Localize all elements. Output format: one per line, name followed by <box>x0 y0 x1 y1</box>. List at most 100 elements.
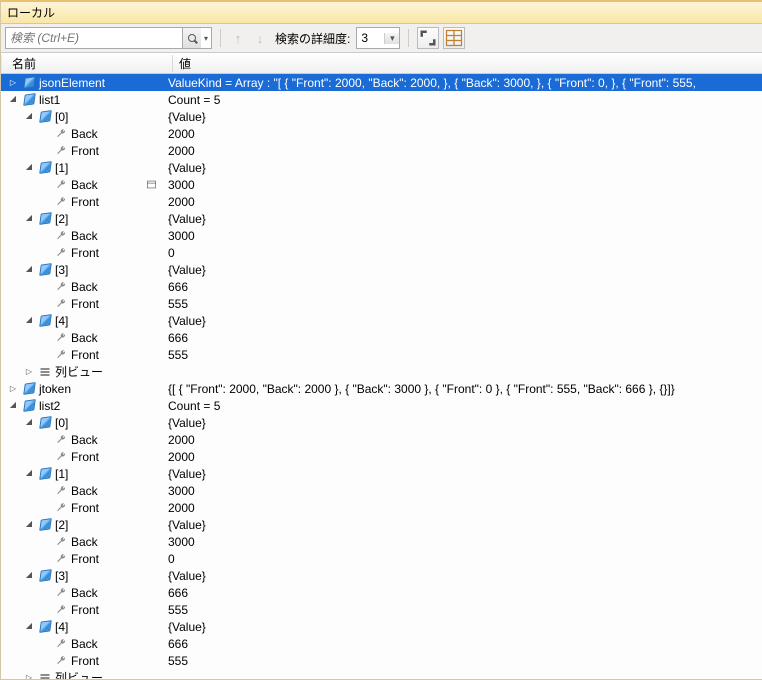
tree-row[interactable]: Front0 <box>1 244 762 261</box>
tree-row[interactable]: [0]{Value} <box>1 414 762 431</box>
tree-row[interactable]: Front555 <box>1 295 762 312</box>
value-cell[interactable]: 2000 <box>161 195 762 209</box>
tree-collapse-button[interactable] <box>417 27 439 49</box>
tree-row[interactable]: Front2000 <box>1 142 762 159</box>
collapse-icon[interactable] <box>23 621 35 633</box>
name-cell[interactable]: [1] <box>1 465 161 482</box>
name-cell[interactable]: Front <box>1 448 161 465</box>
tree-row[interactable]: list1Count = 5 <box>1 91 762 108</box>
header-value[interactable]: 値 <box>173 55 762 72</box>
collapse-icon[interactable] <box>7 400 19 412</box>
collapse-icon[interactable] <box>23 111 35 123</box>
name-cell[interactable]: [1] <box>1 159 161 176</box>
value-cell[interactable]: {[ { "Front": 2000, "Back": 2000 }, { "B… <box>161 382 762 396</box>
name-cell[interactable]: [3] <box>1 261 161 278</box>
name-cell[interactable]: Front <box>1 499 161 516</box>
tree-row[interactable]: jtoken{[ { "Front": 2000, "Back": 2000 }… <box>1 380 762 397</box>
collapse-icon[interactable] <box>23 213 35 225</box>
value-cell[interactable]: 2000 <box>161 501 762 515</box>
name-cell[interactable]: jsonElement <box>1 74 161 91</box>
tree-row[interactable]: [4]{Value} <box>1 312 762 329</box>
value-cell[interactable]: 666 <box>161 280 762 294</box>
name-cell[interactable]: 列ビュー <box>1 363 161 380</box>
tree-row[interactable]: Back3000 <box>1 227 762 244</box>
tree-row[interactable]: Front0 <box>1 550 762 567</box>
value-cell[interactable]: 666 <box>161 331 762 345</box>
header-name[interactable]: 名前 <box>1 55 173 72</box>
name-cell[interactable]: Front <box>1 193 161 210</box>
tree-row[interactable]: Front555 <box>1 601 762 618</box>
collapse-icon[interactable] <box>23 264 35 276</box>
collapse-icon[interactable] <box>7 94 19 106</box>
value-cell[interactable]: 555 <box>161 654 762 668</box>
name-cell[interactable]: [2] <box>1 210 161 227</box>
tree-row[interactable]: Back3000 <box>1 176 762 193</box>
depth-select[interactable]: 3 ▾ <box>356 27 400 49</box>
tree-row[interactable]: [0]{Value} <box>1 108 762 125</box>
tree-row[interactable]: [1]{Value} <box>1 465 762 482</box>
search-next-button[interactable]: ↓ <box>251 29 269 47</box>
tree-row[interactable]: 列ビュー <box>1 669 762 679</box>
tree-row[interactable]: Back3000 <box>1 533 762 550</box>
search-dropdown[interactable]: ▾ <box>201 34 211 43</box>
panel-title-bar[interactable]: ローカル <box>1 2 762 24</box>
value-cell[interactable]: 3000 <box>161 535 762 549</box>
search-input[interactable] <box>6 29 182 47</box>
name-cell[interactable]: [2] <box>1 516 161 533</box>
name-cell[interactable]: Front <box>1 295 161 312</box>
name-cell[interactable]: [4] <box>1 312 161 329</box>
search-button[interactable] <box>182 28 201 48</box>
value-cell[interactable]: 2000 <box>161 127 762 141</box>
visualizer-button[interactable] <box>144 178 158 192</box>
tree-row[interactable]: Back666 <box>1 584 762 601</box>
value-cell[interactable]: 3000 <box>161 484 762 498</box>
tree-row[interactable]: Back2000 <box>1 431 762 448</box>
collapse-icon[interactable] <box>23 162 35 174</box>
show-in-grid-button[interactable] <box>443 27 465 49</box>
value-cell[interactable]: Count = 5 <box>161 93 762 107</box>
tree-row[interactable]: Back666 <box>1 329 762 346</box>
tree-row[interactable]: [4]{Value} <box>1 618 762 635</box>
search-box[interactable]: ▾ <box>5 27 212 49</box>
tree-row[interactable]: [3]{Value} <box>1 567 762 584</box>
tree-row[interactable]: [2]{Value} <box>1 210 762 227</box>
name-cell[interactable]: Front <box>1 550 161 567</box>
tree-row[interactable]: list2Count = 5 <box>1 397 762 414</box>
collapse-icon[interactable] <box>23 570 35 582</box>
tree-row[interactable]: Back666 <box>1 635 762 652</box>
watch-tree[interactable]: jsonElementValueKind = Array : "[ { "Fro… <box>1 74 762 679</box>
tree-row[interactable]: Front555 <box>1 652 762 669</box>
tree-row[interactable]: [2]{Value} <box>1 516 762 533</box>
value-cell[interactable]: {Value} <box>161 518 762 532</box>
name-cell[interactable]: Front <box>1 142 161 159</box>
value-cell[interactable]: {Value} <box>161 314 762 328</box>
value-cell[interactable]: 2000 <box>161 433 762 447</box>
tree-row[interactable]: Back666 <box>1 278 762 295</box>
name-cell[interactable]: [4] <box>1 618 161 635</box>
name-cell[interactable]: Back <box>1 635 161 652</box>
tree-row[interactable]: [3]{Value} <box>1 261 762 278</box>
collapse-icon[interactable] <box>23 417 35 429</box>
name-cell[interactable]: 列ビュー <box>1 669 161 679</box>
name-cell[interactable]: Back <box>1 482 161 499</box>
expand-icon[interactable] <box>7 77 19 89</box>
collapse-icon[interactable] <box>23 315 35 327</box>
tree-row[interactable]: [1]{Value} <box>1 159 762 176</box>
tree-row[interactable]: Back3000 <box>1 482 762 499</box>
name-cell[interactable]: Back <box>1 176 161 193</box>
name-cell[interactable]: Front <box>1 244 161 261</box>
name-cell[interactable]: Back <box>1 278 161 295</box>
tree-row[interactable]: Front2000 <box>1 448 762 465</box>
value-cell[interactable]: 2000 <box>161 450 762 464</box>
name-cell[interactable]: Back <box>1 329 161 346</box>
collapse-icon[interactable] <box>23 468 35 480</box>
value-cell[interactable]: 0 <box>161 246 762 260</box>
tree-row[interactable]: Back2000 <box>1 125 762 142</box>
value-cell[interactable]: 3000 <box>161 229 762 243</box>
name-cell[interactable]: Front <box>1 601 161 618</box>
value-cell[interactable]: {Value} <box>161 212 762 226</box>
value-cell[interactable]: {Value} <box>161 110 762 124</box>
tree-row[interactable]: Front2000 <box>1 193 762 210</box>
value-cell[interactable]: 555 <box>161 603 762 617</box>
name-cell[interactable]: Front <box>1 346 161 363</box>
